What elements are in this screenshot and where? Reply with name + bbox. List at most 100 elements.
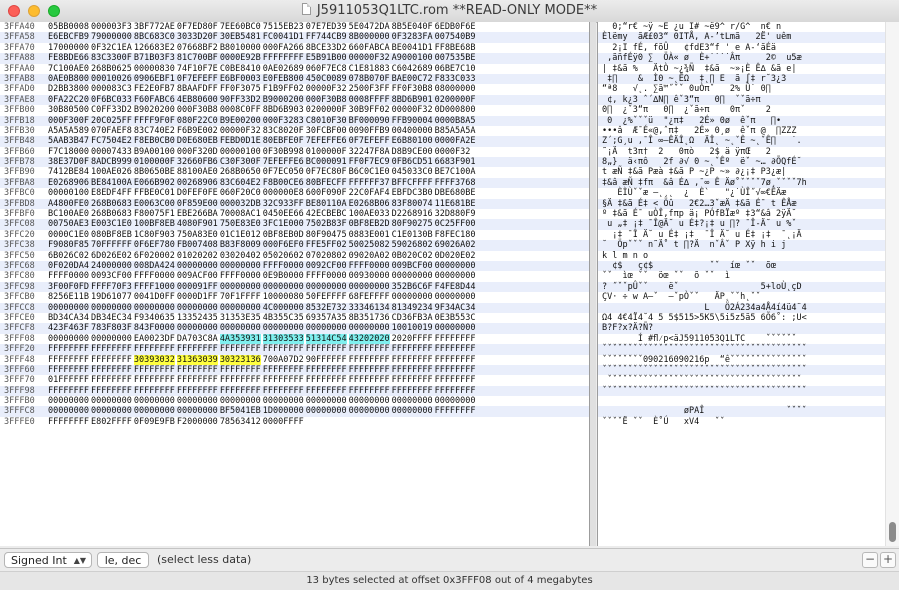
hex-group[interactable]: 05020602 [263, 251, 304, 261]
hex-group[interactable]: 80F90475 [306, 230, 347, 240]
hex-group[interactable]: 79000000 [91, 32, 132, 42]
hex-group[interactable]: 09020A02 [349, 251, 390, 261]
hex-group[interactable]: E0063C00 [134, 199, 175, 209]
hex-group[interactable]: 3033D20F [177, 32, 218, 42]
ascii-row[interactable]: ˇˇˇˇˇˇˇˇˇˇˇˇˇˇˇˇˇˇˇˇˇˇˇˇˇˇˇˇˇˇˇˇˇˇˇˇˇˇˇˇ [598, 364, 886, 376]
hex-group[interactable]: B9A00100 [134, 147, 175, 157]
hex-group[interactable]: FFFFFFFF [306, 375, 347, 385]
hex-group[interactable]: BE0041D1 [392, 43, 433, 53]
hex-group[interactable]: FFFF0000 [349, 261, 390, 271]
hex-group[interactable]: 70008AC1 [220, 209, 261, 219]
ascii-row[interactable]: 2¡I fÉ, fõÛ ¢fdE3“f ' e A-‘ãÉä [598, 43, 886, 53]
hex-group[interactable]: FFFFFFFF [134, 375, 175, 385]
hex-group[interactable]: 9F34AC34 [435, 303, 476, 313]
ascii-row[interactable]: ˇˇˇˇˇˇˇˇ090216090216p “êˇˇˇˇˇˇˇˇˇˇˇˇˇˇˇ [598, 355, 886, 365]
hex-group[interactable]: 42ECBEBC [306, 209, 347, 219]
hex-row[interactable]: 3FFB18 000F300F 20C025FF FFFF9F0F 080F22C0 B9… [0, 115, 589, 126]
hex-group[interactable]: 045033C0 [392, 167, 433, 177]
ascii-row[interactable]: ¢, k¿3 ˆ´∆N∏ êˇ3“π 0∏ ˇˇã÷π [598, 94, 886, 106]
ascii-row[interactable]: Í #ﬂ⁄p<äJ5911053Q1LTC ˇˇˇˇˇˇ [598, 334, 886, 344]
hex-group[interactable]: 0100000F [306, 147, 347, 157]
hex-group[interactable]: 01020202 [177, 251, 218, 261]
hex-group[interactable]: EBE266BA [177, 209, 218, 219]
remove-row-button[interactable]: − [862, 552, 878, 568]
hex-group[interactable]: FFFFFFFF [48, 344, 89, 354]
hex-group[interactable]: 68FEFFFF [349, 292, 390, 302]
hex-group[interactable]: 30FCBF00 [306, 126, 347, 136]
hex-group[interactable]: 08000000 [435, 84, 476, 94]
hex-group[interactable]: 078B070F [349, 74, 390, 84]
hex-group[interactable]: 352B6C6F [392, 282, 433, 292]
hex-group[interactable]: FFFF1000 [134, 282, 175, 292]
hex-group[interactable]: C30F300F [220, 157, 261, 167]
hex-group[interactable]: 00010026 [91, 74, 132, 84]
hex-group[interactable]: BE80110A [306, 199, 347, 209]
hex-group[interactable]: F1B9FF02 [263, 84, 304, 94]
hex-row[interactable]: 3FFF08 00000000 00000000 EA0023DF DA703C8A 4A… [0, 333, 589, 344]
hex-group[interactable]: FFFFFFFF [134, 344, 175, 354]
hex-group[interactable]: 0000C1E0 [48, 230, 89, 240]
hex-group[interactable]: 0008FFFF [349, 95, 390, 105]
hex-group[interactable]: 10010019 [392, 323, 433, 333]
hex-group[interactable]: FFFF9F0F [134, 116, 175, 126]
hex-group[interactable]: 00000000 [177, 261, 218, 271]
hex-group[interactable]: 11E681BE [435, 199, 476, 209]
ascii-row[interactable]: ˇˇˇˇˇˇˇˇˇˇˇˇˇˇˇˇˇˇˇˇˇˇˇˇˇˇˇˇˇˇˇˇˇˇˇˇˇˇˇˇ [598, 344, 886, 355]
hex-group[interactable]: 00000000 [306, 396, 347, 406]
hex-group[interactable]: 0F7EFEFF [177, 74, 218, 84]
hex-group[interactable]: 31303533 [262, 333, 304, 344]
ascii-row[interactable]: ‡&â æÑ ‡fπ &â É∆ ‚¯∞ Ê Äø˚ˇˇˇˇ7ø¸ˇˇˇˇ7h [598, 177, 886, 189]
hex-group[interactable]: FFFFFFFF [48, 365, 89, 375]
ascii-row[interactable]: ÇV· ÷ w A–ˇ —ˇpÒˇˇ ÄP˛ˇˇh˛ˇˇ [598, 292, 886, 302]
ascii-row[interactable]: 8„} ä‹πô 2f ∂√ 0 ~˛ˇÊº ëˇ ~… ∂ÕQfÉ˘ [598, 157, 886, 168]
hex-group[interactable]: 007540B9 [435, 32, 476, 42]
hex-group[interactable]: 00400000 [392, 126, 433, 136]
hex-group[interactable]: E0FEB800 [263, 74, 304, 84]
hex-group[interactable]: 00000000 [177, 303, 218, 313]
data-type-dropdown[interactable]: Signed Int ▲▼ [4, 552, 92, 568]
hex-group[interactable]: 000F3283 [263, 116, 304, 126]
hex-group[interactable]: FFFFFFFF [91, 375, 132, 385]
hex-group[interactable]: FFFFFFFF [91, 344, 132, 354]
hex-group[interactable]: 0F6BC033 [91, 95, 132, 105]
hex-group[interactable]: 0D020E02 [435, 251, 476, 261]
hex-row[interactable]: 3FFAD0 D2BB3800 000083C3 FE2E0FB7 8BAAFDFF FF… [0, 84, 589, 94]
hex-group[interactable]: 32D880F9 [435, 209, 476, 219]
hex-group[interactable]: 6B026C02 [48, 251, 89, 261]
hex-group[interactable]: 0F30B998 [263, 147, 304, 157]
hex-group[interactable]: 0C25FF00 [435, 219, 476, 229]
hex-group[interactable]: FFFFFFFF [435, 365, 476, 375]
hex-group[interactable]: C0BE8410 [220, 64, 261, 74]
hex-group[interactable]: 268B0625 [91, 64, 132, 74]
hex-group[interactable]: 22C0FAF4 [349, 188, 390, 198]
hex-group[interactable]: FFE5FF02 [306, 240, 347, 250]
hex-group[interactable]: 00000F32 [392, 105, 433, 115]
hex-group[interactable]: 30B80500 [48, 105, 89, 115]
hex-group[interactable]: 7515EB23 [263, 22, 304, 32]
hex-group[interactable]: E003C1E0 [91, 219, 132, 229]
hex-group[interactable]: A5A5A589 [48, 126, 89, 136]
hex-group[interactable]: B83F8009 [220, 240, 261, 250]
hex-group[interactable]: 00000000 [220, 396, 261, 406]
hex-row[interactable]: 3FFF98 FFFFFFFF FFFFFFFF FFFFFFFF FFFFFFFF FF… [0, 385, 589, 397]
ascii-row[interactable]: Èlëmy ãÆ£03“ 0ITÅ, A-’tLmã 2Ë' uêm [598, 32, 886, 43]
hex-group[interactable]: FF8BE68B [435, 43, 476, 53]
hex-group[interactable]: 6683F901 [435, 157, 476, 167]
hex-group[interactable]: FFFFFFFF [349, 375, 390, 385]
hex-group[interactable]: FFFFFFFF [220, 375, 261, 385]
hex-group[interactable]: 83C8020F [263, 126, 304, 136]
pane-splitter[interactable] [590, 22, 596, 546]
hex-row[interactable]: 3FFF48 FFFFFFFF FFFFFFFF 30393032 31363039 30… [0, 354, 589, 365]
ascii-row[interactable]: •••â Æ¯É«@‚ˆπ‡ 2É» 0¸ø êˇπ @ ∏ZZZ [598, 126, 886, 136]
hex-group[interactable]: 59026802 [392, 240, 433, 250]
hex-group[interactable]: 100BF8EB [134, 219, 175, 229]
hex-group[interactable]: 5E0472DA [349, 22, 390, 32]
hex-group[interactable]: FFFFFFFF [177, 365, 218, 375]
hex-group[interactable]: FFFFFFFF [220, 344, 261, 354]
hex-row[interactable]: 3FFC50 6B026C02 6D026E02 6F020002 01020202 03… [0, 251, 589, 261]
hex-group[interactable]: 008DA424 [134, 261, 175, 271]
hex-group[interactable]: 90FF33D2 [220, 95, 261, 105]
hex-group[interactable]: FF0F3075 [220, 84, 261, 94]
hex-group[interactable]: 00000000 [134, 396, 175, 406]
hex-group[interactable]: E6BF0003 [220, 74, 261, 84]
